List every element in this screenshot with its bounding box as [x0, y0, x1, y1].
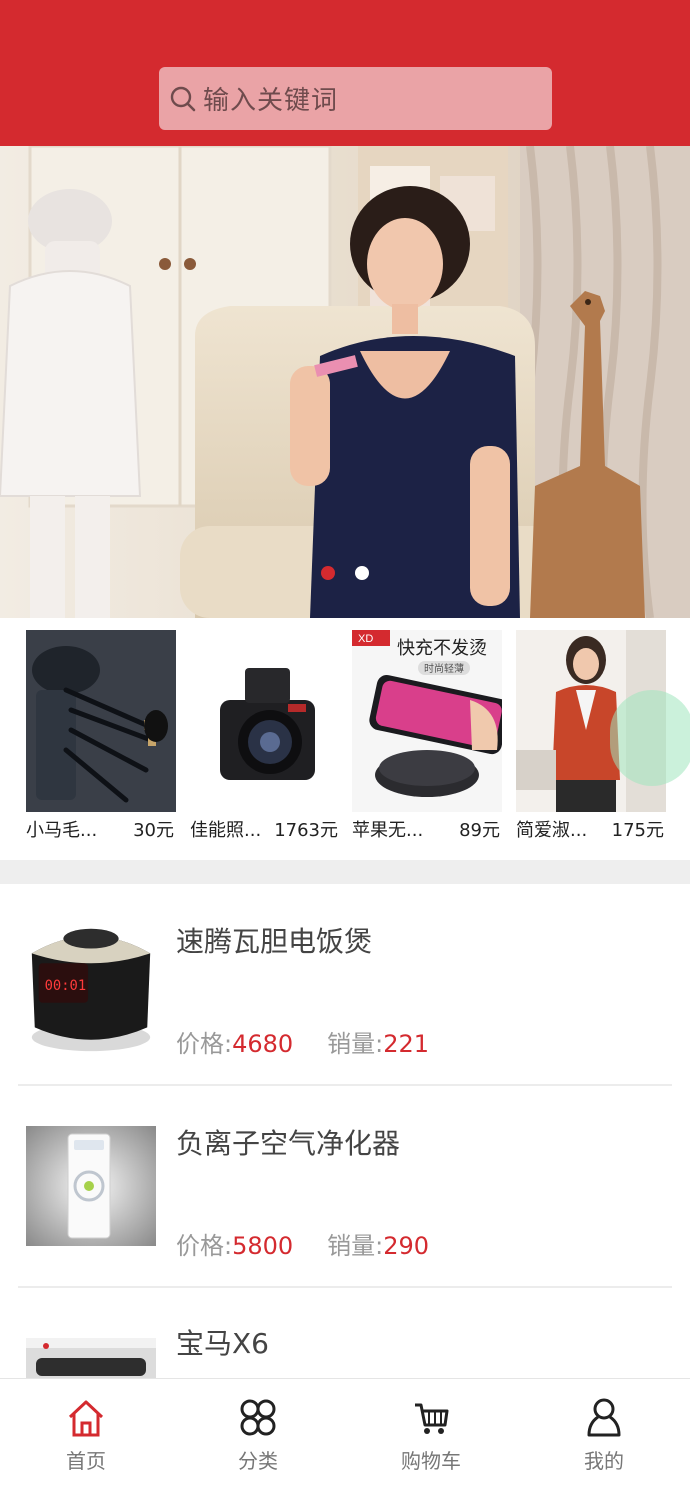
cart-icon [415, 1403, 449, 1434]
list-image-air-purifier [26, 1126, 156, 1246]
banner-carousel[interactable] [0, 146, 690, 618]
product-price: 175元 [611, 820, 664, 840]
list-item-sales: 销量:221 [327, 1030, 430, 1058]
search-icon [170, 86, 196, 111]
product-card[interactable]: 小马毛... 30元 [26, 630, 176, 840]
list-item[interactable]: 00:01 速腾瓦胆电饭煲 价格:4680 销量:221 [18, 884, 672, 1086]
tab-category[interactable]: 分类 [172, 1379, 344, 1494]
product-price: 30元 [133, 820, 174, 840]
product-price: 89元 [459, 820, 500, 840]
banner-dot-1[interactable] [321, 566, 335, 580]
tab-cart[interactable]: 购物车 [345, 1379, 517, 1494]
tab-label: 我的 [584, 1449, 624, 1473]
list-item-price: 价格:4680 [176, 1030, 294, 1058]
list-item-title: 负离子空气净化器 [176, 1127, 401, 1160]
bottom-tab-bar: 首页 分类 购物车 我的 [0, 1378, 690, 1494]
product-image-charger: XD 快充不发烫 时尚轻薄 [352, 630, 502, 812]
charger-brand-text: XD [358, 633, 373, 645]
search-input[interactable]: 输入关键词 [159, 67, 552, 130]
tab-label: 购物车 [401, 1449, 461, 1473]
list-item-title: 速腾瓦胆电饭煲 [176, 925, 373, 958]
list-item-title: 宝马X6 [176, 1327, 269, 1360]
section-divider [0, 860, 690, 884]
list-image-rice-cooker: 00:01 [31, 928, 151, 1052]
floating-badge[interactable] [610, 690, 690, 786]
product-image-brushes [26, 630, 176, 812]
header-bar: 输入关键词 [0, 0, 690, 146]
search-placeholder: 输入关键词 [203, 86, 339, 116]
charger-sub: 时尚轻薄 [424, 662, 464, 675]
product-card[interactable]: 佳能照... 1763元 [190, 630, 340, 840]
product-strip: 小马毛... 30元 佳能照... 1763元 XD 快充不发烫 时尚轻薄 苹果… [0, 620, 690, 845]
category-icon [240, 1399, 276, 1436]
user-icon [587, 1398, 621, 1437]
home-icon [68, 1400, 104, 1437]
product-card[interactable]: XD 快充不发烫 时尚轻薄 苹果无... 89元 [352, 630, 502, 840]
product-price: 1763元 [274, 820, 338, 840]
product-name: 简爱淑... [516, 820, 588, 840]
list-item-sales: 销量:290 [327, 1232, 430, 1260]
product-name: 苹果无... [352, 820, 424, 840]
list-image-bmw [26, 1338, 156, 1378]
tab-home[interactable]: 首页 [0, 1379, 172, 1494]
tab-label: 分类 [238, 1449, 278, 1473]
list-item-price: 价格:5800 [176, 1232, 294, 1260]
product-image-camera [190, 630, 340, 812]
product-name: 小马毛... [26, 820, 98, 840]
banner-image [0, 146, 690, 618]
list-item[interactable]: 负离子空气净化器 价格:5800 销量:290 [18, 1086, 672, 1288]
tab-profile[interactable]: 我的 [518, 1379, 690, 1494]
banner-dot-2[interactable] [355, 566, 369, 580]
product-name: 佳能照... [190, 820, 262, 840]
charger-headline: 快充不发烫 [397, 638, 487, 659]
tab-label: 首页 [66, 1449, 106, 1473]
svg-text:00:01: 00:01 [45, 978, 87, 994]
